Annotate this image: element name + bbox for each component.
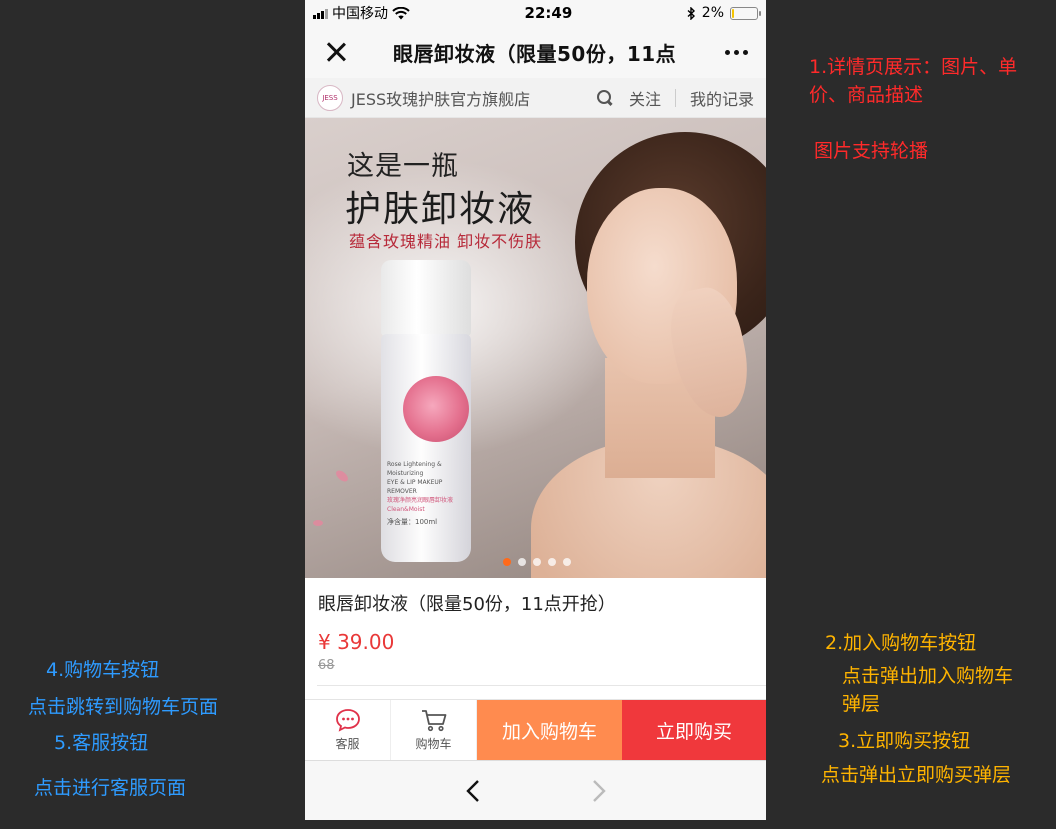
banner-tagline: 蕴含玫瑰精油 卸妆不伤肤 [349,232,543,251]
banner-headline-2: 护肤卸妆液 [345,189,536,230]
annotation-carousel: 图片支持轮播 [814,140,929,162]
chevron-left-icon [465,779,479,802]
carousel-indicator [503,558,571,566]
bottle-label-2: EYE & LIP MAKEUP REMOVER [387,479,443,495]
more-icon[interactable] [716,49,748,55]
status-left: 中国移动 [313,3,410,23]
annotation-add-cart-desc-line1: 点击弹出加入购物车 [842,665,1014,687]
annotation-detail-line1: 1.详情页展示：图片、单 [809,56,1018,78]
cart-button[interactable]: 购物车 [391,700,477,760]
bottle-label: Rose Lightening & Moisturizing EYE & LIP… [387,460,469,527]
chevron-right-icon [592,779,606,802]
bottle-label-5: 净含量：100ml [387,518,438,526]
bottle-cap [381,260,471,336]
carousel-dot[interactable] [533,558,541,566]
annotation-add-cart-desc-line2: 弹层 [842,693,881,715]
my-record-button[interactable]: 我的记录 [690,86,754,110]
bottle-label-3: 玫瑰净颜亮润眼唇卸妆液 [387,497,454,504]
page-title: 眼唇卸妆液（限量50份，11点 [393,41,677,66]
back-button[interactable] [458,776,488,806]
battery-icon [730,6,761,20]
status-right: 2% [687,5,761,21]
divider [317,685,766,686]
phone-screen: 中国移动 22:49 2% 眼唇卸妆液（限量50份，11点 JESS JESS玫… [305,0,766,820]
shop-name[interactable]: JESS玫瑰护肤官方旗舰店 [351,86,597,110]
status-bar: 中国移动 22:49 2% [305,0,766,26]
bottle-body [381,334,471,562]
rose-icon [403,376,469,442]
carrier-label: 中国移动 [332,6,388,22]
search-icon[interactable] [596,89,613,106]
product-price: ¥ 39.00 [318,630,395,654]
chat-bubble-icon [335,709,360,732]
product-image-carousel[interactable]: 这是一瓶 护肤卸妆液 蕴含玫瑰精油 卸妆不伤肤 Rose Lightening … [305,118,766,578]
divider [674,88,676,107]
clock: 22:49 [524,4,573,22]
annotation-add-cart-desc: 点击弹出加入购物车 弹层 [842,662,1013,718]
service-button[interactable]: 客服 [305,700,391,760]
petal-decoration [313,520,323,526]
close-icon[interactable] [323,39,349,65]
carousel-dot[interactable] [518,558,526,566]
shopping-cart-icon [421,710,446,732]
cart-label: 购物车 [415,737,452,751]
product-title: 眼唇卸妆液（限量50份，11点开抢） [318,594,616,615]
annotation-detail-page: 1.详情页展示：图片、单 价、商品描述 [809,53,1049,109]
annotation-cart-desc: 点击跳转到购物车页面 [28,696,219,718]
carousel-dot[interactable] [503,558,511,566]
annotation-add-cart-title: 2.加入购物车按钮 [825,632,977,654]
follow-button[interactable]: 关注 [629,86,661,110]
bottle-label-4: Clean&Moist [387,506,425,513]
carousel-dot[interactable] [563,558,571,566]
petal-decoration [334,468,350,484]
signal-icon [313,8,328,19]
annotation-cart-title: 4.购物车按钮 [46,659,160,681]
annotation-service-title: 5.客服按钮 [54,732,149,754]
annotation-buy-now-desc: 点击弹出立即购买弹层 [821,764,1012,786]
banner-headline-1: 这是一瓶 [347,151,459,182]
nav-bar: 眼唇卸妆液（限量50份，11点 [305,26,766,78]
buy-now-button[interactable]: 立即购买 [622,700,766,760]
forward-button[interactable] [584,776,614,806]
browser-toolbar [305,760,766,820]
product-bottle: Rose Lightening & Moisturizing EYE & LIP… [381,260,471,564]
product-info: 眼唇卸妆液（限量50份，11点开抢） ¥ 39.00 68 [305,578,766,673]
annotation-detail-line2: 价、商品描述 [809,84,924,106]
shop-logo[interactable]: JESS [317,84,343,111]
add-to-cart-button[interactable]: 加入购物车 [477,700,622,760]
shop-bar: JESS JESS玫瑰护肤官方旗舰店 关注 我的记录 [305,78,766,118]
original-price: 68 [318,658,335,673]
bottle-label-1: Rose Lightening & Moisturizing [387,461,442,477]
annotation-buy-now-title: 3.立即购买按钮 [838,730,971,752]
battery-percent: 2% [701,5,724,21]
annotation-service-desc: 点击进行客服页面 [34,777,187,799]
action-bar: 客服 购物车 加入购物车 立即购买 [305,699,766,760]
wifi-icon [392,6,410,19]
carousel-dot[interactable] [548,558,556,566]
bluetooth-icon [687,6,695,20]
service-label: 客服 [335,737,360,751]
